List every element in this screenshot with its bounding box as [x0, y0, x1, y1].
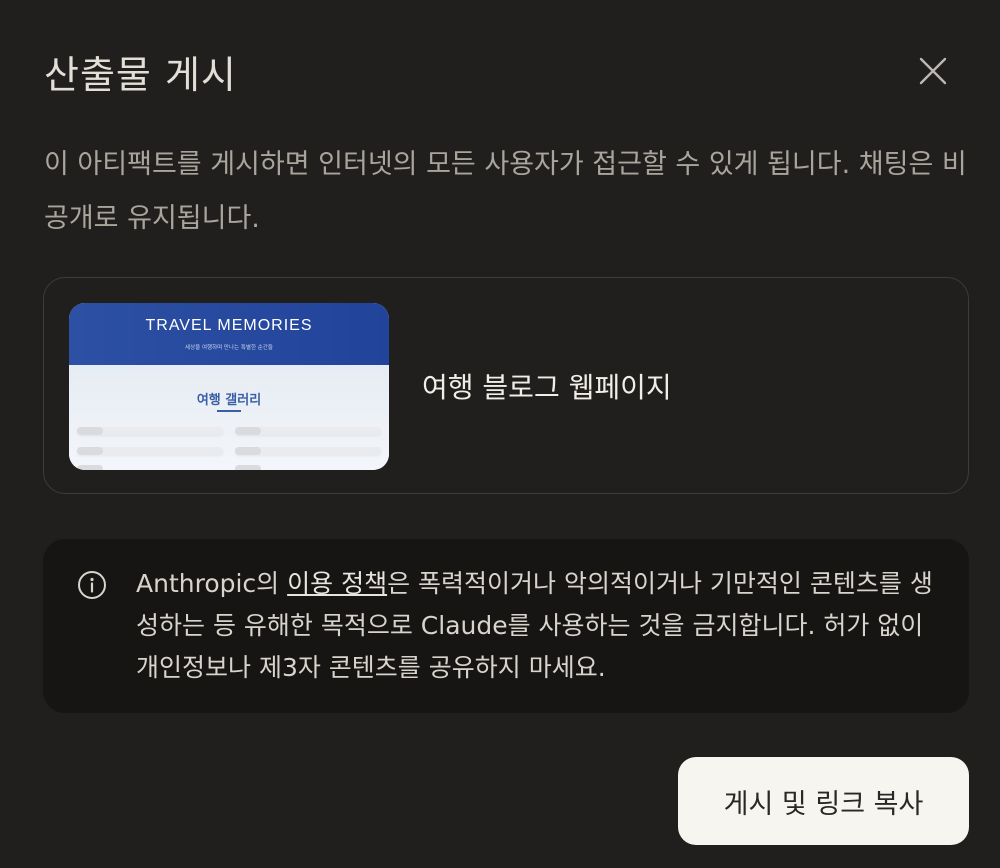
thumbnail-placeholder-bar [235, 465, 261, 470]
info-icon [78, 571, 106, 599]
close-icon [919, 57, 947, 85]
artifact-name: 여행 블로그 웹페이지 [422, 371, 672, 404]
artifact-thumbnail: TRAVEL MEMORIES 세상을 여행하며 만나는 특별한 순간들 여행 … [69, 303, 389, 470]
thumbnail-title: TRAVEL MEMORIES [145, 317, 313, 334]
thumbnail-placeholder-bar [77, 447, 223, 455]
thumbnail-placeholder-bar [77, 465, 103, 470]
artifact-card: TRAVEL MEMORIES 세상을 여행하며 만나는 특별한 순간들 여행 … [43, 277, 969, 494]
thumbnail-placeholder-bar [77, 427, 223, 435]
dialog-title: 산출물 게시 [44, 53, 237, 97]
usage-policy-link[interactable]: 이용 정책 [287, 569, 387, 598]
notice-prefix: Anthropic의 [136, 569, 288, 598]
thumbnail-body: 여행 갤러리 [69, 365, 389, 470]
thumbnail-placeholder-bar [235, 427, 381, 435]
thumbnail-gallery-heading: 여행 갤러리 [196, 393, 262, 408]
dialog-description: 이 아티팩트를 게시하면 인터넷의 모든 사용자가 접근할 수 있게 됩니다. … [44, 149, 967, 234]
thumbnail-header: TRAVEL MEMORIES 세상을 여행하며 만나는 특별한 순간들 [69, 303, 389, 365]
publish-dialog: 산출물 게시 이 아티팩트를 게시하면 인터넷의 모든 사용자가 접근할 수 있… [0, 0, 1000, 868]
thumbnail-underline [217, 410, 241, 412]
notice-text: Anthropic의 이용 정책은 폭력적이거나 악의적이거나 기만적인 콘텐츠… [136, 563, 936, 689]
publish-and-copy-link-button[interactable]: 게시 및 링크 복사 [678, 757, 969, 845]
thumbnail-placeholder-bar [235, 447, 381, 455]
close-button[interactable] [908, 46, 958, 96]
thumbnail-subtitle: 세상을 여행하며 만나는 특별한 순간들 [185, 345, 273, 351]
usage-policy-notice: Anthropic의 이용 정책은 폭력적이거나 악의적이거나 기만적인 콘텐츠… [43, 539, 969, 713]
